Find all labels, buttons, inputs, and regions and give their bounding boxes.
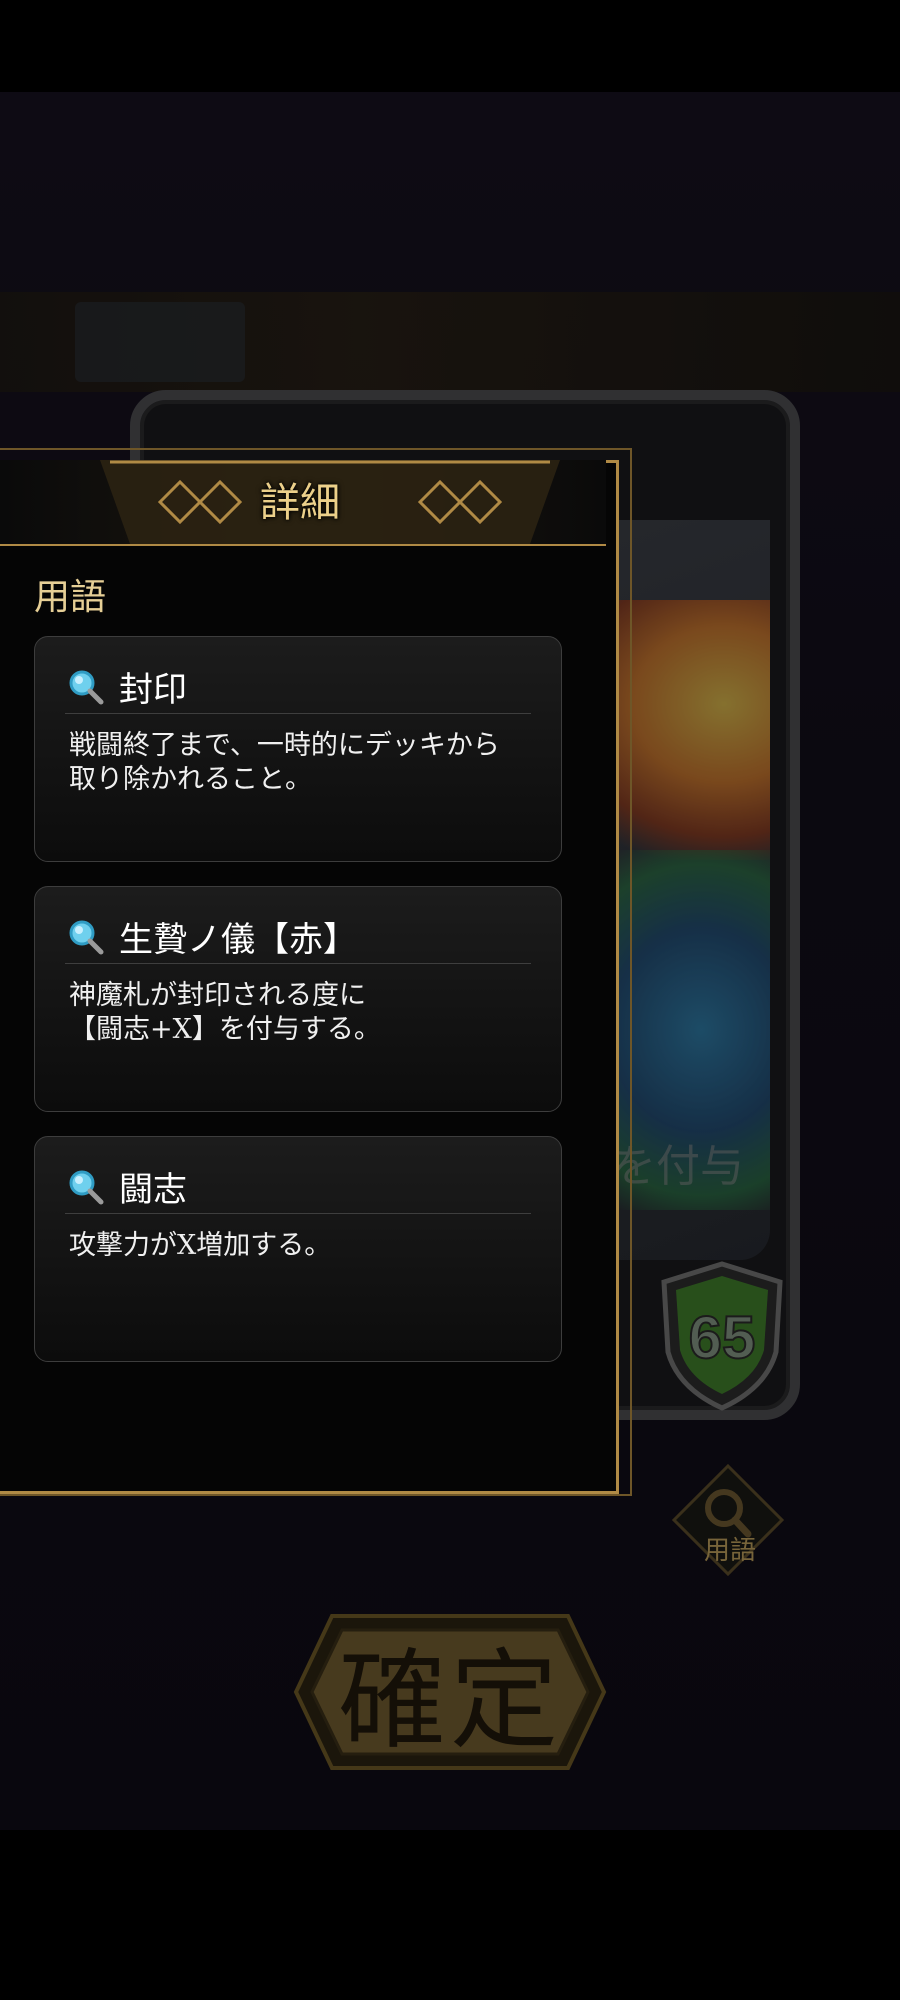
magnifier-icon (69, 920, 104, 955)
term-card: 闘志 攻撃力がX増加する。 (34, 1136, 562, 1362)
term-description: 戦闘終了まで、一時的にデッキから 取り除かれること。 (69, 730, 500, 795)
magnifier-icon (69, 1170, 104, 1205)
term-title: 闘志 (119, 1169, 187, 1210)
term-title: 生贄ノ儀【赤】 (119, 919, 357, 960)
detail-panel-title: 詳細 (260, 480, 340, 526)
term-header: 封印 (65, 659, 531, 714)
term-card: 生贄ノ儀【赤】 神魔札が封印される度に 【闘志+X】を付与する。 (34, 886, 562, 1112)
magnifier-icon (69, 670, 104, 705)
top-status-bar (0, 0, 900, 92)
term-header: 闘志 (65, 1159, 531, 1214)
term-card: 封印 戦闘終了まで、一時的にデッキから 取り除かれること。 (34, 636, 562, 862)
bottom-bar (0, 1830, 900, 2000)
term-header: 生贄ノ儀【赤】 (65, 909, 531, 964)
glossary-section-label: 用語 (34, 577, 107, 618)
term-description: 攻撃力がX増加する。 (69, 1230, 332, 1261)
term-title: 封印 (119, 669, 187, 710)
term-description: 神魔札が封印される度に 【闘志+X】を付与する。 (69, 980, 381, 1045)
